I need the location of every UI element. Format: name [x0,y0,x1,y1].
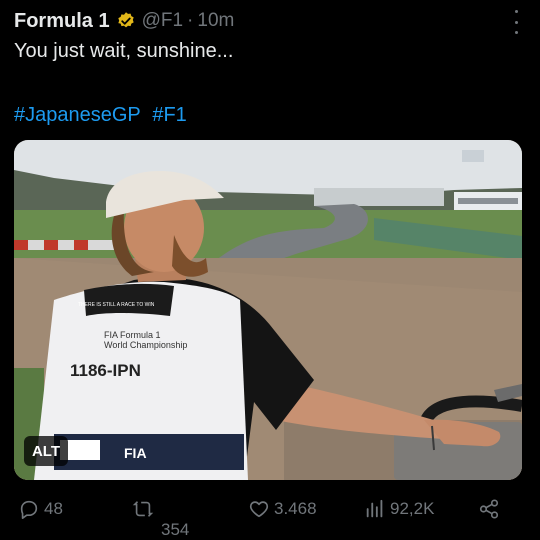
more-options-icon[interactable] [506,10,526,34]
views-count: 92,2K [390,499,435,518]
views-button[interactable]: 92,2K [364,498,434,520]
reply-icon [20,500,38,519]
like-button[interactable]: 3.468 [248,498,317,520]
verified-badge-icon [117,12,134,28]
post-image[interactable]: THERE IS STILL A RACE TO WIN FIA Formula… [14,140,522,480]
views-icon [366,499,383,518]
bib-sponsor-text: THERE IS STILL A RACE TO WIN [78,302,155,308]
alt-text-button[interactable]: ALT [24,436,68,466]
action-bar: 48 354 3.468 92,2K [0,494,540,539]
bib-brand-line1: FIA Formula 1 [104,330,161,340]
heart-icon [249,501,269,518]
bib-brand-line2: World Championship [104,340,187,350]
post-header: Formula 1 @F1 · 10m [14,6,526,36]
reply-button[interactable]: 48 [18,498,63,520]
share-icon [479,499,499,519]
like-count: 3.468 [274,499,317,518]
photo-illustration: THERE IS STILL A RACE TO WIN FIA Formula… [14,140,522,480]
repost-icon [132,501,154,517]
hashtag-f1[interactable]: #F1 [152,104,186,126]
hashtags: #JapaneseGP #F1 [14,104,193,127]
meta-separator: · [187,10,194,31]
share-button[interactable] [478,498,504,520]
bib-fia-text: FIA [124,445,147,461]
post-text: You just wait, sunshine... [14,40,234,62]
repost-count: 354 [161,520,190,539]
author-handle[interactable]: @F1 [142,10,183,32]
reply-count: 48 [44,499,63,518]
hashtag-japanesegp[interactable]: #JapaneseGP [14,104,141,126]
bib-number: 1186-IPN [70,361,141,380]
repost-button[interactable] [132,498,158,520]
author-name[interactable]: Formula 1 [14,10,110,33]
post-timestamp[interactable]: 10m [197,10,234,32]
